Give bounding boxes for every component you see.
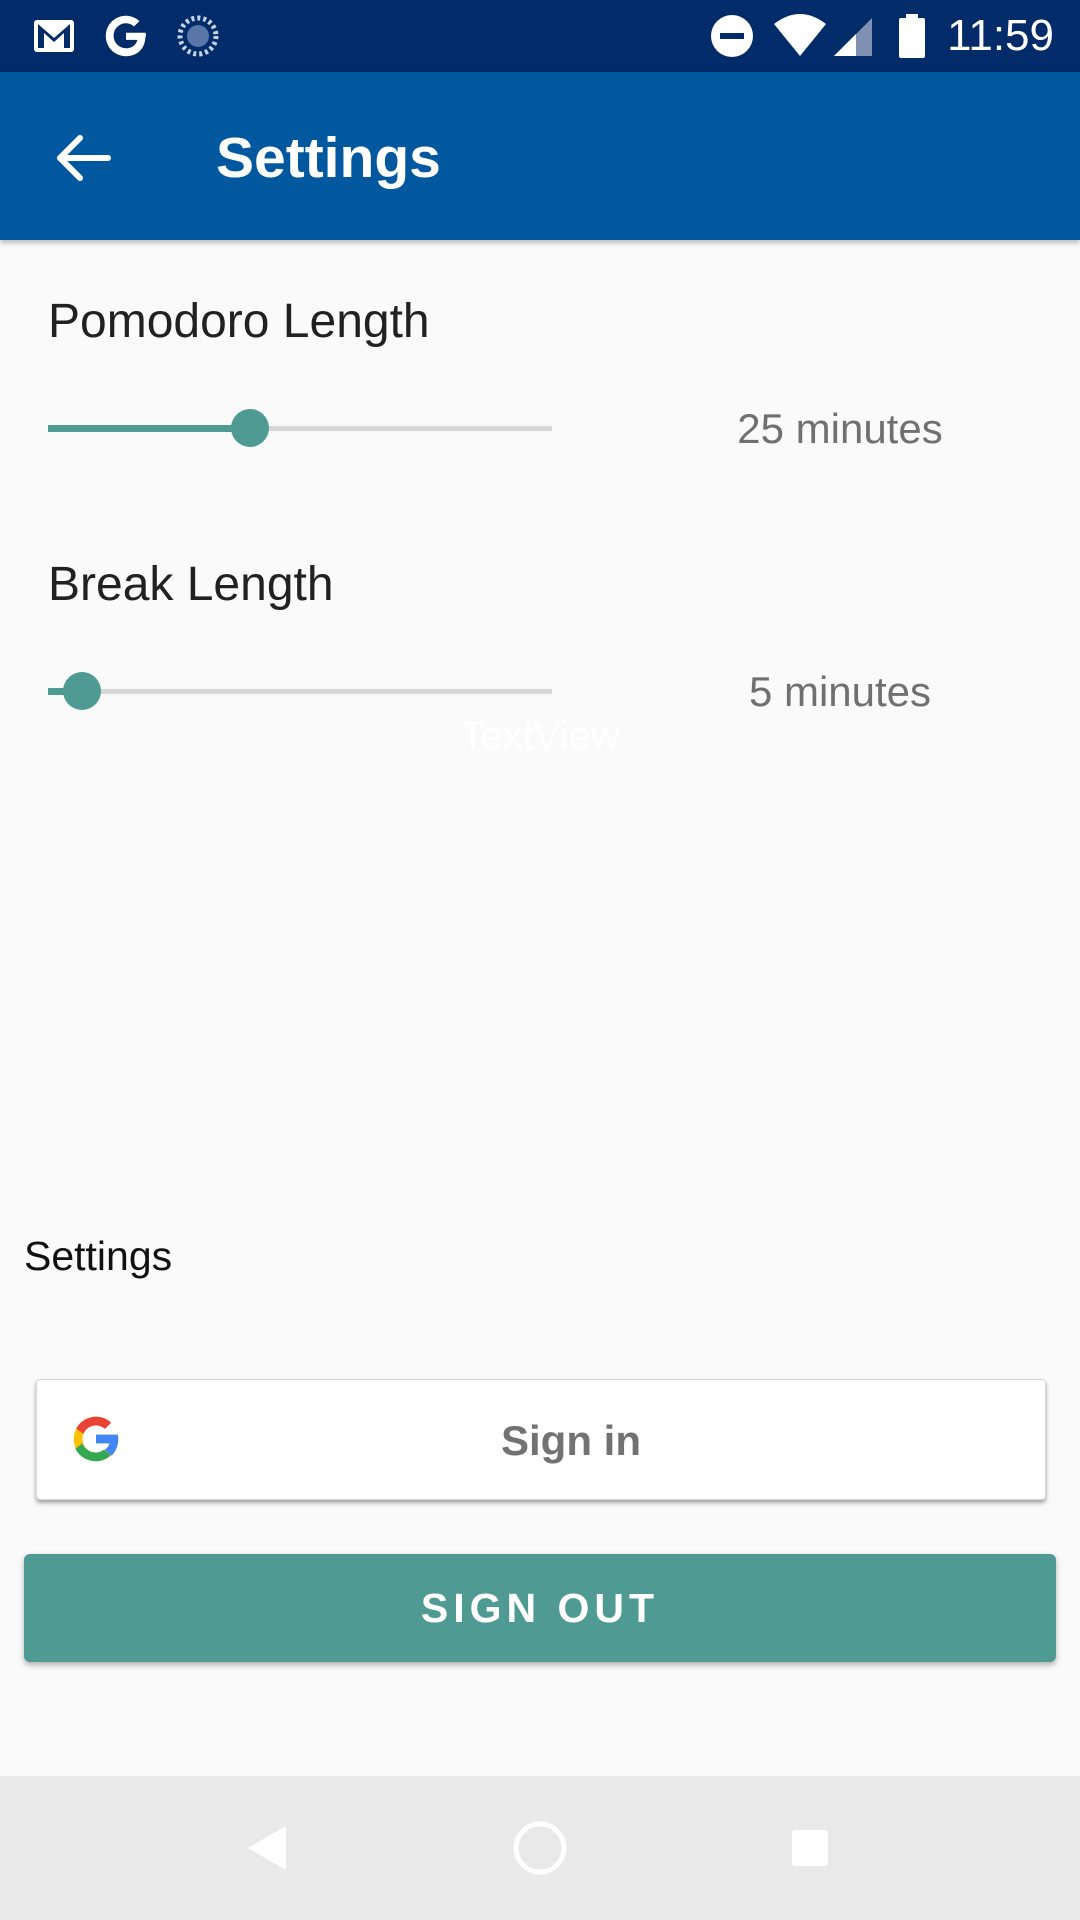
break-length-label: Break Length	[48, 558, 334, 611]
slider-track	[48, 689, 552, 694]
cell-signal-icon	[834, 18, 872, 56]
textview-placeholder: TextView	[460, 714, 620, 758]
break-length-value: 5 minutes	[748, 668, 932, 715]
slider-thumb[interactable]	[230, 409, 269, 447]
system-nav-bar	[0, 1776, 1080, 1920]
settings-footer-label: Settings	[24, 1233, 173, 1279]
slider-thumb[interactable]	[62, 672, 101, 710]
slider-fill	[48, 425, 250, 432]
pomodoro-length-label: Pomodoro Length	[48, 295, 430, 348]
battery-icon	[899, 14, 925, 58]
status-bar: 11:59	[0, 0, 1080, 72]
google-sign-in-label: Sign in	[501, 1417, 641, 1464]
back-nav-icon[interactable]	[236, 1816, 300, 1880]
gmail-icon	[34, 20, 74, 52]
wifi-icon	[774, 14, 826, 56]
pomodoro-length-value: 25 minutes	[737, 405, 943, 452]
pomodoro-length-slider[interactable]	[48, 398, 552, 458]
sync-icon	[177, 15, 219, 57]
back-arrow-icon[interactable]	[48, 122, 120, 194]
google-icon	[105, 15, 146, 57]
do-not-disturb-icon	[711, 15, 753, 57]
home-nav-icon[interactable]	[508, 1816, 572, 1880]
google-sign-in-button[interactable]: Sign in	[36, 1379, 1046, 1500]
app-bar: Settings	[0, 72, 1080, 240]
clock-time: 11:59	[947, 11, 1054, 60]
page-title: Settings	[216, 126, 441, 190]
sign-out-button[interactable]: SIGN OUT	[24, 1554, 1056, 1662]
recents-nav-icon[interactable]	[778, 1816, 842, 1880]
